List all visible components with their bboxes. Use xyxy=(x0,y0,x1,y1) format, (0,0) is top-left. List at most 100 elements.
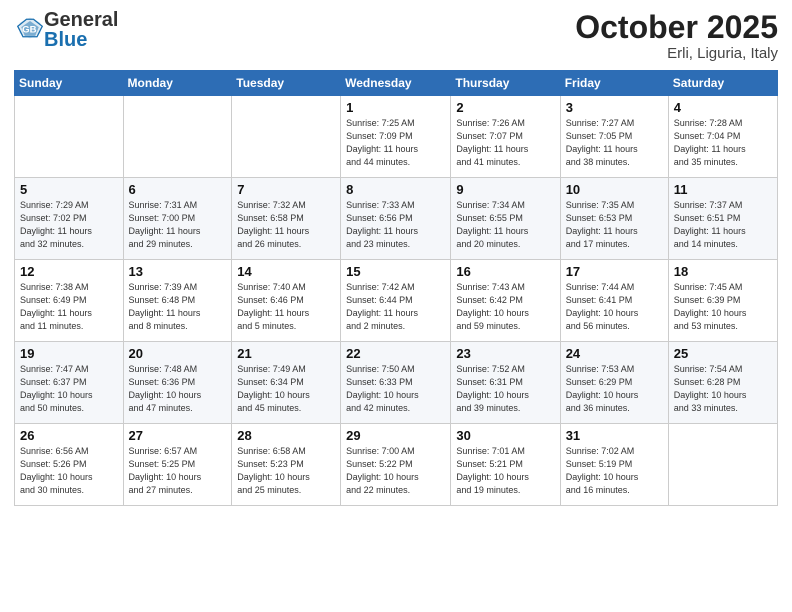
col-thursday: Thursday xyxy=(451,71,560,96)
day-number: 17 xyxy=(566,264,663,279)
day-number: 24 xyxy=(566,346,663,361)
calendar-cell: 8Sunrise: 7:33 AM Sunset: 6:56 PM Daylig… xyxy=(341,178,451,260)
day-info: Sunrise: 7:52 AM Sunset: 6:31 PM Dayligh… xyxy=(456,363,554,415)
day-number: 7 xyxy=(237,182,335,197)
day-number: 12 xyxy=(20,264,118,279)
calendar-week-4: 19Sunrise: 7:47 AM Sunset: 6:37 PM Dayli… xyxy=(15,342,778,424)
day-number: 14 xyxy=(237,264,335,279)
calendar-cell: 20Sunrise: 7:48 AM Sunset: 6:36 PM Dayli… xyxy=(123,342,232,424)
calendar-cell: 17Sunrise: 7:44 AM Sunset: 6:41 PM Dayli… xyxy=(560,260,668,342)
day-info: Sunrise: 7:43 AM Sunset: 6:42 PM Dayligh… xyxy=(456,281,554,333)
day-number: 20 xyxy=(129,346,227,361)
day-number: 30 xyxy=(456,428,554,443)
day-info: Sunrise: 7:29 AM Sunset: 7:02 PM Dayligh… xyxy=(20,199,118,251)
day-number: 27 xyxy=(129,428,227,443)
day-number: 9 xyxy=(456,182,554,197)
calendar-cell: 30 Sunrise: 7:01 AM Sunset: 5:21 PM Dayli… xyxy=(451,424,560,506)
day-info: Sunrise: 7:28 AM Sunset: 7:04 PM Dayligh… xyxy=(674,117,772,169)
day-number: 8 xyxy=(346,182,445,197)
day-number: 31 xyxy=(566,428,663,443)
day-info: Sunrise: 6:57 AM Sunset: 5:25 PM Dayligh… xyxy=(129,445,227,497)
page: GB General Blue October 2025 Erli, Ligur… xyxy=(0,0,792,612)
day-number: 10 xyxy=(566,182,663,197)
day-number: 22 xyxy=(346,346,445,361)
calendar-cell: 29 Sunrise: 7:00 AM Sunset: 5:22 PM Dayli… xyxy=(341,424,451,506)
day-number: 6 xyxy=(129,182,227,197)
day-number: 2 xyxy=(456,100,554,115)
day-info: Sunrise: 7:01 AM Sunset: 5:21 PM Dayligh… xyxy=(456,445,554,497)
day-info: Sunrise: 7:37 AM Sunset: 6:51 PM Dayligh… xyxy=(674,199,772,251)
title-month: October 2025 xyxy=(575,10,778,45)
calendar-cell: 6Sunrise: 7:31 AM Sunset: 7:00 PM Daylig… xyxy=(123,178,232,260)
calendar-cell xyxy=(668,424,777,506)
day-info: Sunrise: 7:50 AM Sunset: 6:33 PM Dayligh… xyxy=(346,363,445,415)
day-number: 1 xyxy=(346,100,445,115)
day-info: Sunrise: 7:35 AM Sunset: 6:53 PM Dayligh… xyxy=(566,199,663,251)
calendar-cell: 26Sunrise: 6:56 AM Sunset: 5:26 PM Dayli… xyxy=(15,424,124,506)
calendar-week-1: 1Sunrise: 7:25 AM Sunset: 7:09 PM Daylig… xyxy=(15,96,778,178)
col-saturday: Saturday xyxy=(668,71,777,96)
col-tuesday: Tuesday xyxy=(232,71,341,96)
header: GB General Blue October 2025 Erli, Ligur… xyxy=(14,10,778,62)
calendar-cell: 19Sunrise: 7:47 AM Sunset: 6:37 PM Dayli… xyxy=(15,342,124,424)
day-info: Sunrise: 7:27 AM Sunset: 7:05 PM Dayligh… xyxy=(566,117,663,169)
day-number: 18 xyxy=(674,264,772,279)
calendar-cell: 27 Sunrise: 6:57 AM Sunset: 5:25 PM Dayli… xyxy=(123,424,232,506)
calendar-cell: 9 Sunrise: 7:34 AM Sunset: 6:55 PM Daylig… xyxy=(451,178,560,260)
calendar-cell: 15 Sunrise: 7:42 AM Sunset: 6:44 PM Dayli… xyxy=(341,260,451,342)
day-info: Sunrise: 7:00 AM Sunset: 5:22 PM Dayligh… xyxy=(346,445,445,497)
day-info: Sunrise: 7:49 AM Sunset: 6:34 PM Dayligh… xyxy=(237,363,335,415)
calendar-week-3: 12Sunrise: 7:38 AM Sunset: 6:49 PM Dayli… xyxy=(15,260,778,342)
calendar-cell: 31 Sunrise: 7:02 AM Sunset: 5:19 PM Dayli… xyxy=(560,424,668,506)
calendar-header-row: Sunday Monday Tuesday Wednesday Thursday… xyxy=(15,71,778,96)
day-number: 21 xyxy=(237,346,335,361)
svg-text:GB: GB xyxy=(22,24,36,35)
day-info: Sunrise: 7:39 AM Sunset: 6:48 PM Dayligh… xyxy=(129,281,227,333)
day-info: Sunrise: 7:47 AM Sunset: 6:37 PM Dayligh… xyxy=(20,363,118,415)
title-block: October 2025 Erli, Liguria, Italy xyxy=(575,10,778,62)
logo-blue-text: Blue xyxy=(44,29,87,51)
day-number: 15 xyxy=(346,264,445,279)
day-info: Sunrise: 7:53 AM Sunset: 6:29 PM Dayligh… xyxy=(566,363,663,415)
day-number: 3 xyxy=(566,100,663,115)
day-info: Sunrise: 7:45 AM Sunset: 6:39 PM Dayligh… xyxy=(674,281,772,333)
day-number: 28 xyxy=(237,428,335,443)
day-number: 4 xyxy=(674,100,772,115)
calendar-cell: 1Sunrise: 7:25 AM Sunset: 7:09 PM Daylig… xyxy=(341,96,451,178)
day-info: Sunrise: 6:56 AM Sunset: 5:26 PM Dayligh… xyxy=(20,445,118,497)
calendar-cell: 16 Sunrise: 7:43 AM Sunset: 6:42 PM Dayli… xyxy=(451,260,560,342)
day-info: Sunrise: 7:26 AM Sunset: 7:07 PM Dayligh… xyxy=(456,117,554,169)
day-info: Sunrise: 7:02 AM Sunset: 5:19 PM Dayligh… xyxy=(566,445,663,497)
col-friday: Friday xyxy=(560,71,668,96)
day-number: 23 xyxy=(456,346,554,361)
col-wednesday: Wednesday xyxy=(341,71,451,96)
logo-icon: GB xyxy=(16,14,44,42)
day-number: 16 xyxy=(456,264,554,279)
calendar-cell: 14Sunrise: 7:40 AM Sunset: 6:46 PM Dayli… xyxy=(232,260,341,342)
col-monday: Monday xyxy=(123,71,232,96)
day-info: Sunrise: 7:42 AM Sunset: 6:44 PM Dayligh… xyxy=(346,281,445,333)
calendar-week-5: 26Sunrise: 6:56 AM Sunset: 5:26 PM Dayli… xyxy=(15,424,778,506)
calendar-cell: 18 Sunrise: 7:45 AM Sunset: 6:39 PM Dayli… xyxy=(668,260,777,342)
logo: GB General Blue xyxy=(14,10,118,50)
day-info: Sunrise: 6:58 AM Sunset: 5:23 PM Dayligh… xyxy=(237,445,335,497)
day-number: 29 xyxy=(346,428,445,443)
calendar-cell: 10 Sunrise: 7:35 AM Sunset: 6:53 PM Dayli… xyxy=(560,178,668,260)
calendar-table: Sunday Monday Tuesday Wednesday Thursday… xyxy=(14,70,778,506)
day-number: 11 xyxy=(674,182,772,197)
calendar-cell xyxy=(232,96,341,178)
calendar-cell: 11 Sunrise: 7:37 AM Sunset: 6:51 PM Dayli… xyxy=(668,178,777,260)
calendar-cell: 3 Sunrise: 7:27 AM Sunset: 7:05 PM Daylig… xyxy=(560,96,668,178)
col-sunday: Sunday xyxy=(15,71,124,96)
calendar-week-2: 5Sunrise: 7:29 AM Sunset: 7:02 PM Daylig… xyxy=(15,178,778,260)
calendar-cell xyxy=(15,96,124,178)
day-info: Sunrise: 7:34 AM Sunset: 6:55 PM Dayligh… xyxy=(456,199,554,251)
calendar-cell: 5Sunrise: 7:29 AM Sunset: 7:02 PM Daylig… xyxy=(15,178,124,260)
calendar-cell: 24 Sunrise: 7:53 AM Sunset: 6:29 PM Dayli… xyxy=(560,342,668,424)
title-location: Erli, Liguria, Italy xyxy=(575,45,778,62)
calendar-cell: 23 Sunrise: 7:52 AM Sunset: 6:31 PM Dayli… xyxy=(451,342,560,424)
calendar-cell: 22 Sunrise: 7:50 AM Sunset: 6:33 PM Dayli… xyxy=(341,342,451,424)
day-info: Sunrise: 7:32 AM Sunset: 6:58 PM Dayligh… xyxy=(237,199,335,251)
calendar-cell: 2 Sunrise: 7:26 AM Sunset: 7:07 PM Daylig… xyxy=(451,96,560,178)
calendar-cell: 21 Sunrise: 7:49 AM Sunset: 6:34 PM Dayli… xyxy=(232,342,341,424)
